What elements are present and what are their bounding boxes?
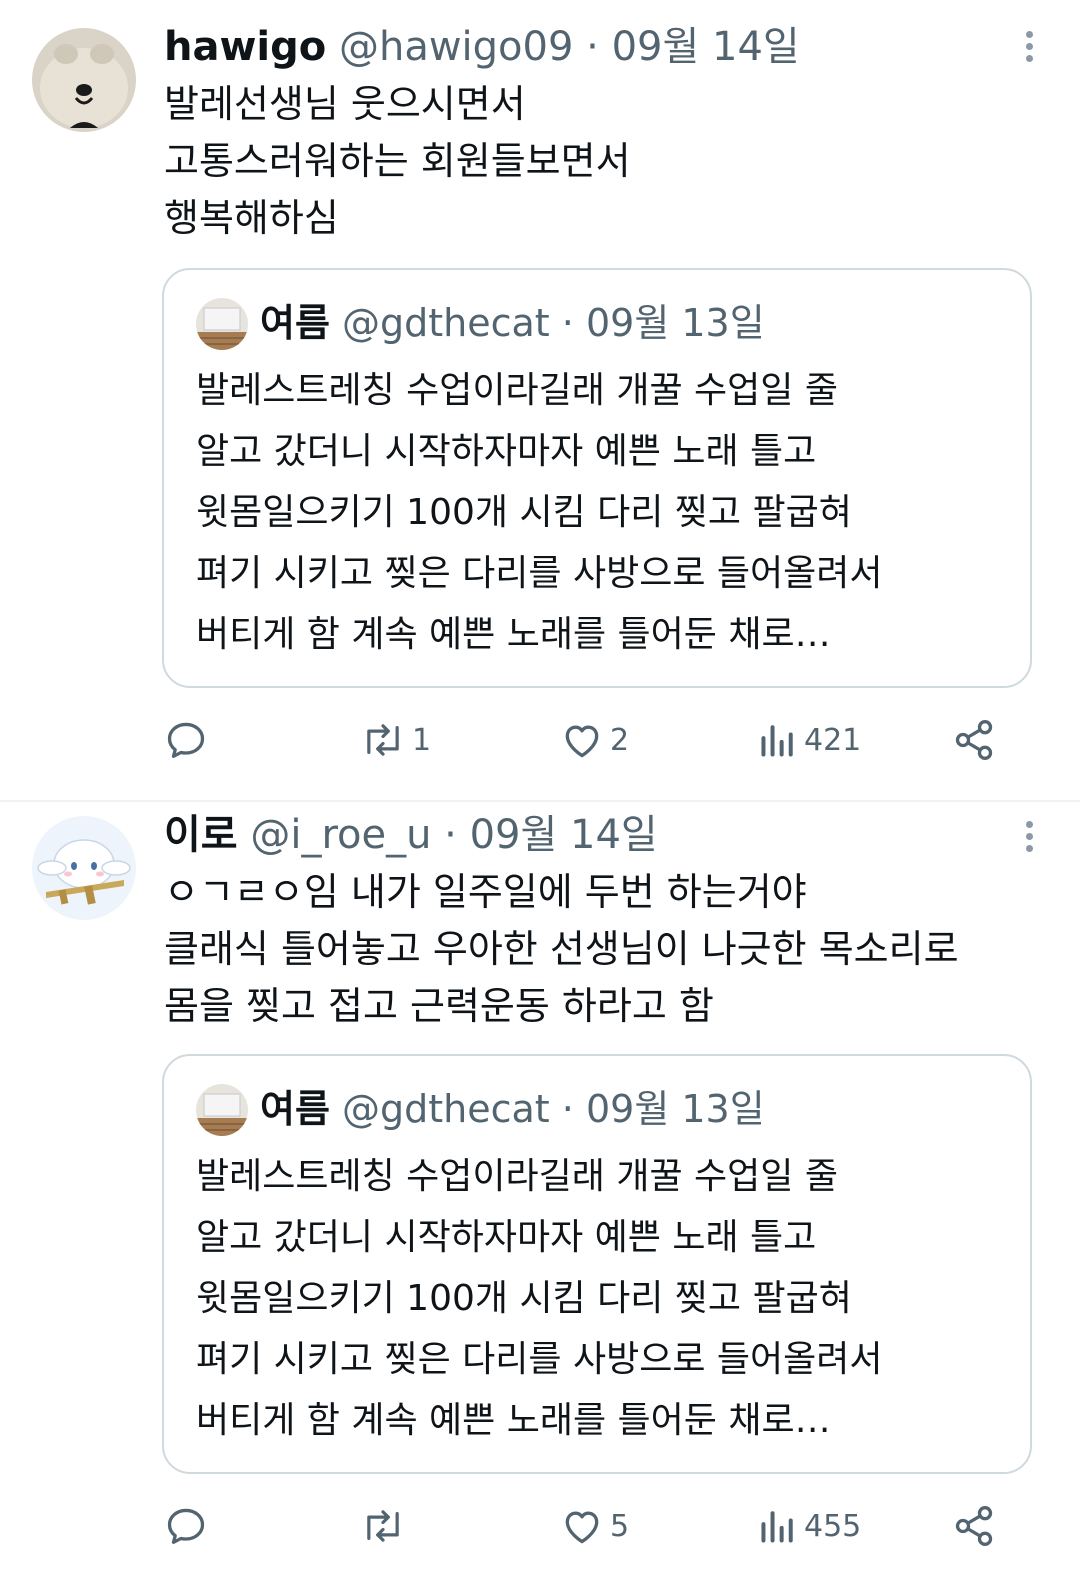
tweet-text-line: ㅇㄱㄹㅇ임 내가 일주일에 두번 하는거야: [164, 870, 807, 914]
avatar[interactable]: [32, 816, 136, 920]
quote-text-line: 버티게 함 계속 예쁜 노래를 틀어둔 채로…: [196, 1400, 831, 1441]
cinnamoroll-avatar-icon: [32, 816, 136, 920]
quote-timestamp: 09월 13일: [585, 1087, 765, 1131]
like-count: 5: [610, 1508, 630, 1544]
like-button[interactable]: 5: [560, 1496, 629, 1556]
views-button[interactable]: 455: [758, 1496, 861, 1556]
quote-text-line: 펴기 시키고 찢은 다리를 사방으로 들어올려서: [196, 553, 883, 594]
separator: ·: [561, 1087, 574, 1131]
tweet-text: ㅇㄱㄹㅇ임 내가 일주일에 두번 하는거야 클래식 틀어놓고 우아한 선생님이 …: [164, 864, 1040, 1035]
reply-button[interactable]: [164, 1496, 214, 1556]
reply-button[interactable]: [164, 710, 214, 770]
separator: ·: [586, 24, 599, 70]
share-button[interactable]: [952, 1496, 996, 1556]
quote-text-line: 펴기 시키고 찢은 다리를 사방으로 들어올려서: [196, 1339, 883, 1380]
display-name[interactable]: 이로: [164, 812, 238, 858]
quote-text-line: 윗몸일으키기 100개 시킴 다리 찢고 팔굽혀: [196, 492, 852, 533]
reply-icon: [167, 722, 205, 758]
tweet-header: 이로 @i_roe_u · 09월 14일: [164, 810, 1000, 860]
handle[interactable]: @hawigo09: [339, 24, 573, 70]
quote-text-line: 윗몸일으키기 100개 시킴 다리 찢고 팔굽혀: [196, 1278, 852, 1319]
photo-avatar-icon: [196, 1084, 248, 1136]
heart-icon: [565, 725, 599, 758]
view-count: 421: [804, 722, 862, 758]
quote-handle: @gdthecat: [342, 1087, 550, 1131]
action-bar: 5 455: [0, 1496, 1080, 1556]
quoted-tweet[interactable]: 여름 @gdthecat · 09월 13일 발레스트레칭 수업이라길래 개꿀 …: [162, 1054, 1032, 1474]
views-chart-icon: [761, 725, 793, 757]
tweet-text-line: 고통스러워하는 회원들보면서: [164, 139, 631, 183]
more-options-icon[interactable]: [1014, 26, 1044, 76]
photo-avatar-icon: [196, 298, 248, 350]
quote-display-name: 여름: [260, 1087, 330, 1131]
quote-text: 발레스트레칭 수업이라길래 개꿀 수업일 줄 알고 갔더니 시작하자마자 예쁜 …: [196, 360, 1010, 665]
quoted-tweet[interactable]: 여름 @gdthecat · 09월 13일 발레스트레칭 수업이라길래 개꿀 …: [162, 268, 1032, 688]
retweet-count: 1: [412, 722, 432, 758]
tweet-text-line: 몸을 찢고 접고 근력운동 하라고 함: [164, 984, 714, 1028]
retweet-icon: [367, 1510, 399, 1542]
action-bar: 1 2 421: [0, 710, 1080, 770]
quote-text-line: 알고 갔더니 시작하자마자 예쁜 노래 틀고: [196, 431, 817, 472]
separator: ·: [444, 812, 457, 858]
reply-icon: [167, 1508, 205, 1544]
share-icon: [955, 720, 993, 760]
heart-icon: [565, 1511, 599, 1544]
avatar[interactable]: [32, 28, 136, 132]
quote-display-name: 여름: [260, 301, 330, 345]
like-button[interactable]: 2: [560, 710, 629, 770]
timestamp[interactable]: 09월 14일: [470, 812, 658, 858]
tweet-header: hawigo @hawigo09 · 09월 14일: [164, 22, 1000, 72]
timestamp[interactable]: 09월 14일: [612, 24, 800, 70]
more-options-icon[interactable]: [1014, 816, 1044, 866]
quote-handle: @gdthecat: [342, 301, 550, 345]
quote-timestamp: 09월 13일: [585, 301, 765, 345]
views-button[interactable]: 421: [758, 710, 861, 770]
retweet-button[interactable]: [360, 1496, 412, 1556]
handle[interactable]: @i_roe_u: [250, 812, 431, 858]
quote-avatar: [196, 1084, 248, 1136]
display-name[interactable]: hawigo: [164, 24, 326, 70]
quote-header: 여름 @gdthecat · 09월 13일: [260, 296, 765, 350]
quote-header: 여름 @gdthecat · 09월 13일: [260, 1082, 765, 1136]
like-count: 2: [610, 722, 630, 758]
bear-face-avatar-icon: [32, 28, 136, 132]
quote-text-line: 발레스트레칭 수업이라길래 개꿀 수업일 줄: [196, 370, 838, 411]
quote-text-line: 버티게 함 계속 예쁜 노래를 틀어둔 채로…: [196, 614, 831, 655]
quote-text-line: 알고 갔더니 시작하자마자 예쁜 노래 틀고: [196, 1217, 817, 1258]
tweet-text-line: 행복해하심: [164, 196, 339, 240]
quote-avatar: [196, 298, 248, 350]
tweet-text: 발레선생님 웃으시면서 고통스러워하는 회원들보면서 행복해하심: [164, 76, 1040, 247]
retweet-button[interactable]: 1: [360, 710, 431, 770]
quote-text: 발레스트레칭 수업이라길래 개꿀 수업일 줄 알고 갔더니 시작하자마자 예쁜 …: [196, 1146, 1010, 1451]
views-chart-icon: [761, 1511, 793, 1543]
quote-text-line: 발레스트레칭 수업이라길래 개꿀 수업일 줄: [196, 1156, 838, 1197]
tweet[interactable]: 이로 @i_roe_u · 09월 14일 ㅇㄱㄹㅇ임 내가 일주일에 두번 하…: [0, 802, 1080, 1596]
separator: ·: [561, 301, 574, 345]
share-button[interactable]: [952, 710, 996, 770]
share-icon: [955, 1506, 993, 1546]
retweet-icon: [367, 724, 399, 756]
view-count: 455: [804, 1508, 862, 1544]
tweet-text-line: 발레선생님 웃으시면서: [164, 82, 526, 126]
tweet[interactable]: hawigo @hawigo09 · 09월 14일 발레선생님 웃으시면서 고…: [0, 0, 1080, 800]
tweet-text-line: 클래식 틀어놓고 우아한 선생님이 나긋한 목소리로: [164, 927, 959, 971]
